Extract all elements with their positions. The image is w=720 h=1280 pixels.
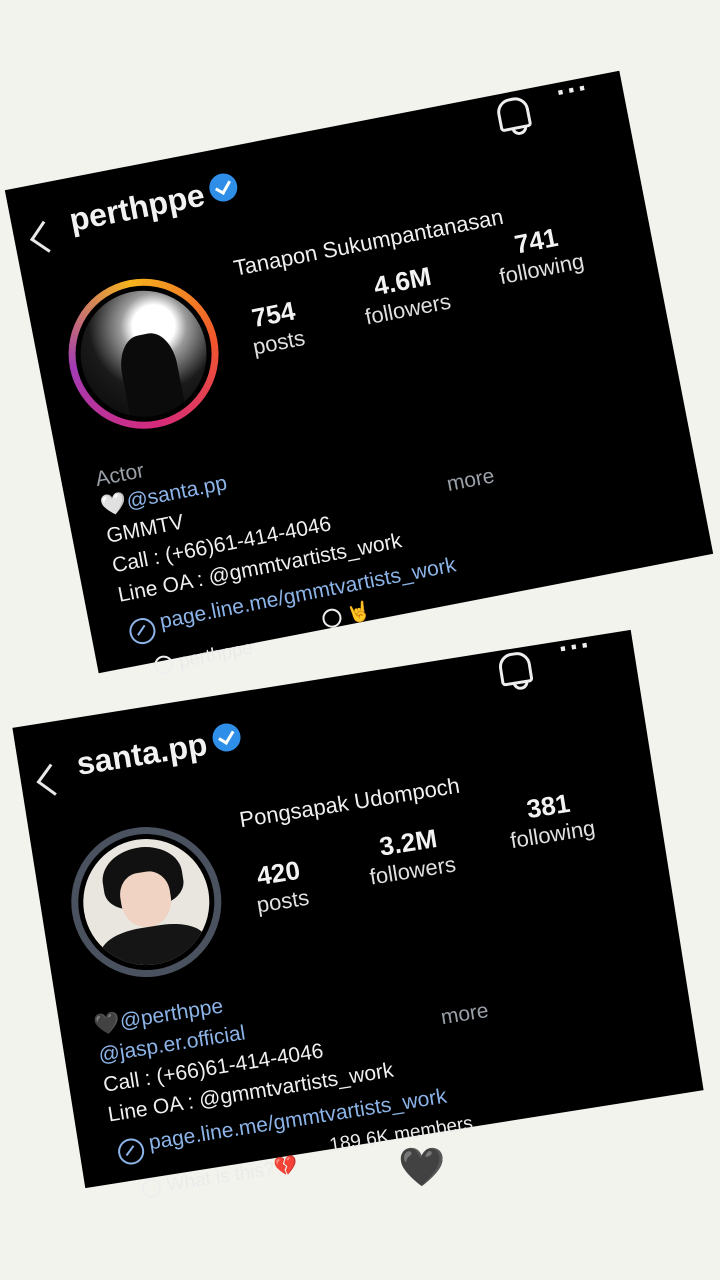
avatar[interactable]	[60, 816, 233, 988]
verified-badge-icon	[206, 170, 240, 204]
threads-icon	[152, 654, 176, 677]
full-name: Tanapon Sukumpantanasan	[231, 203, 506, 281]
threads-badge[interactable]: perthppe	[152, 637, 255, 679]
username-text: perthppe	[66, 176, 208, 239]
avatar[interactable]	[55, 265, 232, 442]
profile-card-santa: santa.pp ··· Pongsapak Udompoch 420 post…	[12, 628, 704, 1200]
profile-username: santa.pp	[74, 721, 243, 783]
avatar-photo	[69, 279, 218, 428]
threads-handle: perthppe	[177, 637, 255, 673]
followers-stat[interactable]: 4.6M followers	[346, 256, 465, 333]
notification-bell-icon[interactable]	[494, 95, 533, 133]
verified-badge-icon	[210, 721, 243, 754]
following-stat[interactable]: 381 following	[492, 783, 610, 857]
posts-stat[interactable]: 420 posts	[237, 852, 325, 921]
username-text: santa.pp	[74, 725, 210, 782]
channel-emoji: 🤘	[345, 600, 373, 626]
bio-category: Actor	[93, 459, 147, 492]
back-icon[interactable]	[29, 220, 62, 253]
channel-icon	[320, 607, 344, 630]
profile-card-perthppe: perthppe ··· Tanapon Sukumpantanasan 754…	[4, 70, 714, 677]
black-heart-icon: 🖤	[398, 1147, 446, 1189]
notification-bell-icon[interactable]	[496, 650, 534, 687]
channel-badge[interactable]: What is this?💔	[140, 1153, 299, 1201]
channel-icon	[140, 1177, 163, 1200]
heart-icon: 🖤	[92, 1010, 122, 1038]
posts-stat[interactable]: 754 posts	[231, 292, 320, 363]
bio-more-button[interactable]: more	[439, 999, 490, 1030]
bio-more-button[interactable]: more	[445, 464, 497, 497]
link-icon	[127, 615, 158, 647]
more-options-icon[interactable]: ···	[556, 628, 594, 667]
channel-text: What is this?💔	[165, 1154, 300, 1197]
more-options-icon[interactable]: ···	[553, 71, 592, 111]
avatar-photo	[74, 829, 219, 975]
back-icon[interactable]	[36, 763, 69, 796]
profile-username: perthppe	[66, 170, 241, 239]
followers-stat[interactable]: 3.2M followers	[352, 819, 470, 893]
channel-badge[interactable]: 🤘	[320, 598, 372, 631]
link-icon	[116, 1136, 147, 1167]
